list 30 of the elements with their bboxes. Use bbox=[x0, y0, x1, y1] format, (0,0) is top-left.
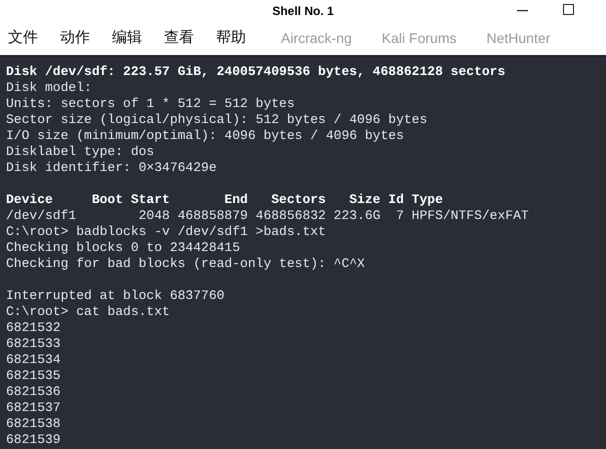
terminal-line: 6821532 bbox=[6, 320, 61, 336]
terminal-line: 6821537 bbox=[6, 400, 61, 416]
terminal-line: Disk identifier: 0×3476429e bbox=[6, 160, 217, 176]
minimize-icon[interactable] bbox=[517, 10, 528, 12]
terminal-line: 6821533 bbox=[6, 336, 61, 352]
terminal-line: Checking blocks 0 to 234428415 bbox=[6, 240, 240, 256]
menu-item[interactable]: 动作 bbox=[60, 27, 90, 50]
window-title: Shell No. 1 bbox=[272, 3, 334, 20]
menu-item[interactable]: 文件 bbox=[8, 27, 38, 50]
terminal-line: C:\root> cat bads.txt bbox=[6, 304, 170, 320]
terminal-line: 6821539 bbox=[6, 432, 61, 448]
menu-item[interactable]: 编辑 bbox=[112, 27, 142, 50]
terminal-line: 6821536 bbox=[6, 384, 61, 400]
terminal-line: Disk model: bbox=[6, 80, 92, 96]
terminal-line: Disk /dev/sdf: 223.57 GiB, 240057409536 bytes, 468862128 sectors bbox=[6, 64, 506, 80]
terminal-line: I/O size (minimum/optimal): 4096 bytes / 4096 bytes bbox=[6, 128, 404, 144]
maximize-icon[interactable] bbox=[563, 4, 574, 15]
terminal-line: Device Boot Start End Sectors Size Id Type bbox=[6, 192, 443, 208]
terminal-line: Sector size (logical/physical): 512 bytes / 4096 bytes bbox=[6, 112, 428, 128]
terminal-line: C:\root> badblocks -v /dev/sdf1 >bads.txt bbox=[6, 224, 326, 240]
terminal-line: 6821535 bbox=[6, 368, 61, 384]
terminal-line: Units: sectors of 1 * 512 = 512 bytes bbox=[6, 96, 295, 112]
menu-item[interactable]: 查看 bbox=[164, 27, 194, 50]
terminal-line: Checking for bad blocks (read-only test): ^C^X bbox=[6, 256, 365, 272]
terminal-line: 6821538 bbox=[6, 416, 61, 432]
terminal-line: Interrupted at block 6837760 bbox=[6, 288, 224, 304]
menu-item[interactable]: 帮助 bbox=[216, 27, 246, 50]
terminal-line: 6821534 bbox=[6, 352, 61, 368]
terminal-line: Disklabel type: dos bbox=[6, 144, 154, 160]
terminal-line: /dev/sdf1 2048 468858879 468856832 223.6G 7 HPFS/NTFS/exFAT bbox=[6, 208, 529, 224]
